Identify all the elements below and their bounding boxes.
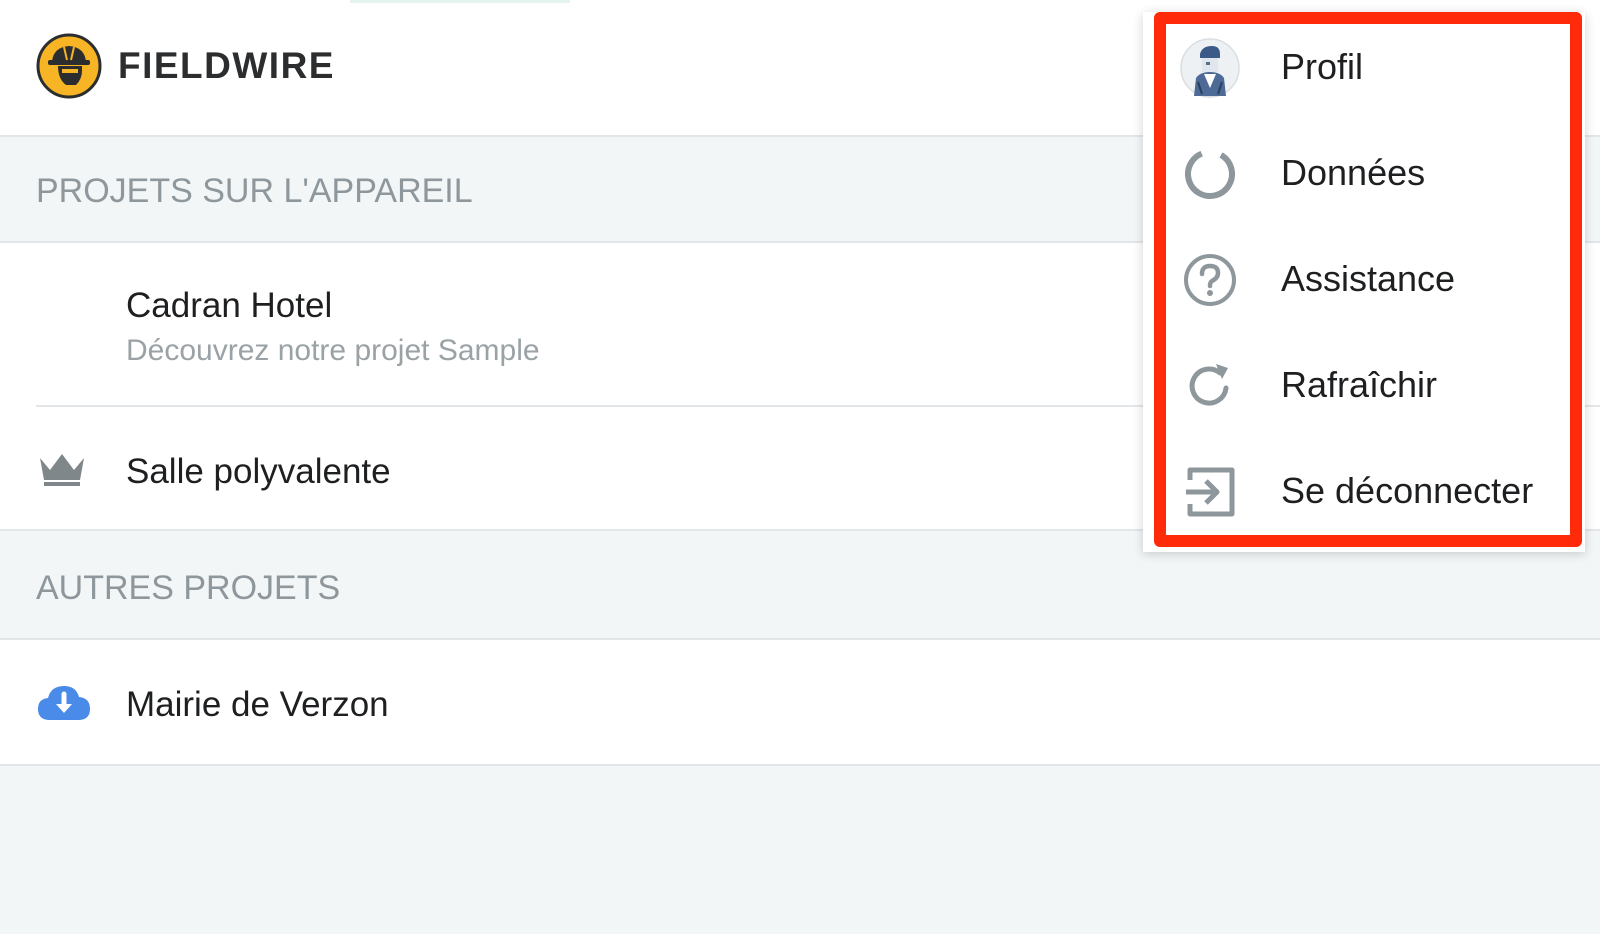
menu-item-assistance[interactable]: Assistance <box>1160 226 1570 332</box>
section-title-other: AUTRES PROJETS <box>36 569 341 607</box>
menu-item-rafraichir[interactable]: Rafraîchir <box>1160 332 1570 438</box>
project-title: Salle polyvalente <box>126 452 391 491</box>
project-row-mairie-de-verzon[interactable]: Mairie de Verzon <box>0 640 1600 766</box>
fieldwire-logo-icon[interactable] <box>36 33 102 99</box>
menu-item-profil[interactable]: Profil <box>1160 14 1570 120</box>
cloud-download-icon[interactable] <box>36 682 92 727</box>
top-accent-strip <box>350 0 570 3</box>
menu-item-donnees[interactable]: Données <box>1160 120 1570 226</box>
brand-name: FIELDWIRE <box>118 45 335 86</box>
menu-item-label: Données <box>1281 152 1426 193</box>
avatar <box>1180 38 1240 98</box>
help-circle-icon <box>1182 252 1238 308</box>
row-divider <box>0 764 1600 766</box>
section-title-on-device: PROJETS SUR L'APPAREIL <box>36 172 473 210</box>
logout-icon <box>1182 464 1238 520</box>
project-title: Cadran Hotel <box>126 286 333 325</box>
refresh-icon <box>1182 358 1238 414</box>
menu-item-label: Se déconnecter <box>1281 470 1534 511</box>
menu-item-label: Profil <box>1281 46 1364 87</box>
menu-item-label: Rafraîchir <box>1281 364 1438 405</box>
menu-item-se-deconnecter[interactable]: Se déconnecter <box>1160 438 1570 544</box>
crown-icon <box>36 450 88 493</box>
project-subtitle: Découvrez notre projet Sample <box>126 334 540 367</box>
project-title: Mairie de Verzon <box>126 685 389 724</box>
donut-icon <box>1182 146 1238 202</box>
menu-item-label: Assistance <box>1281 258 1456 299</box>
